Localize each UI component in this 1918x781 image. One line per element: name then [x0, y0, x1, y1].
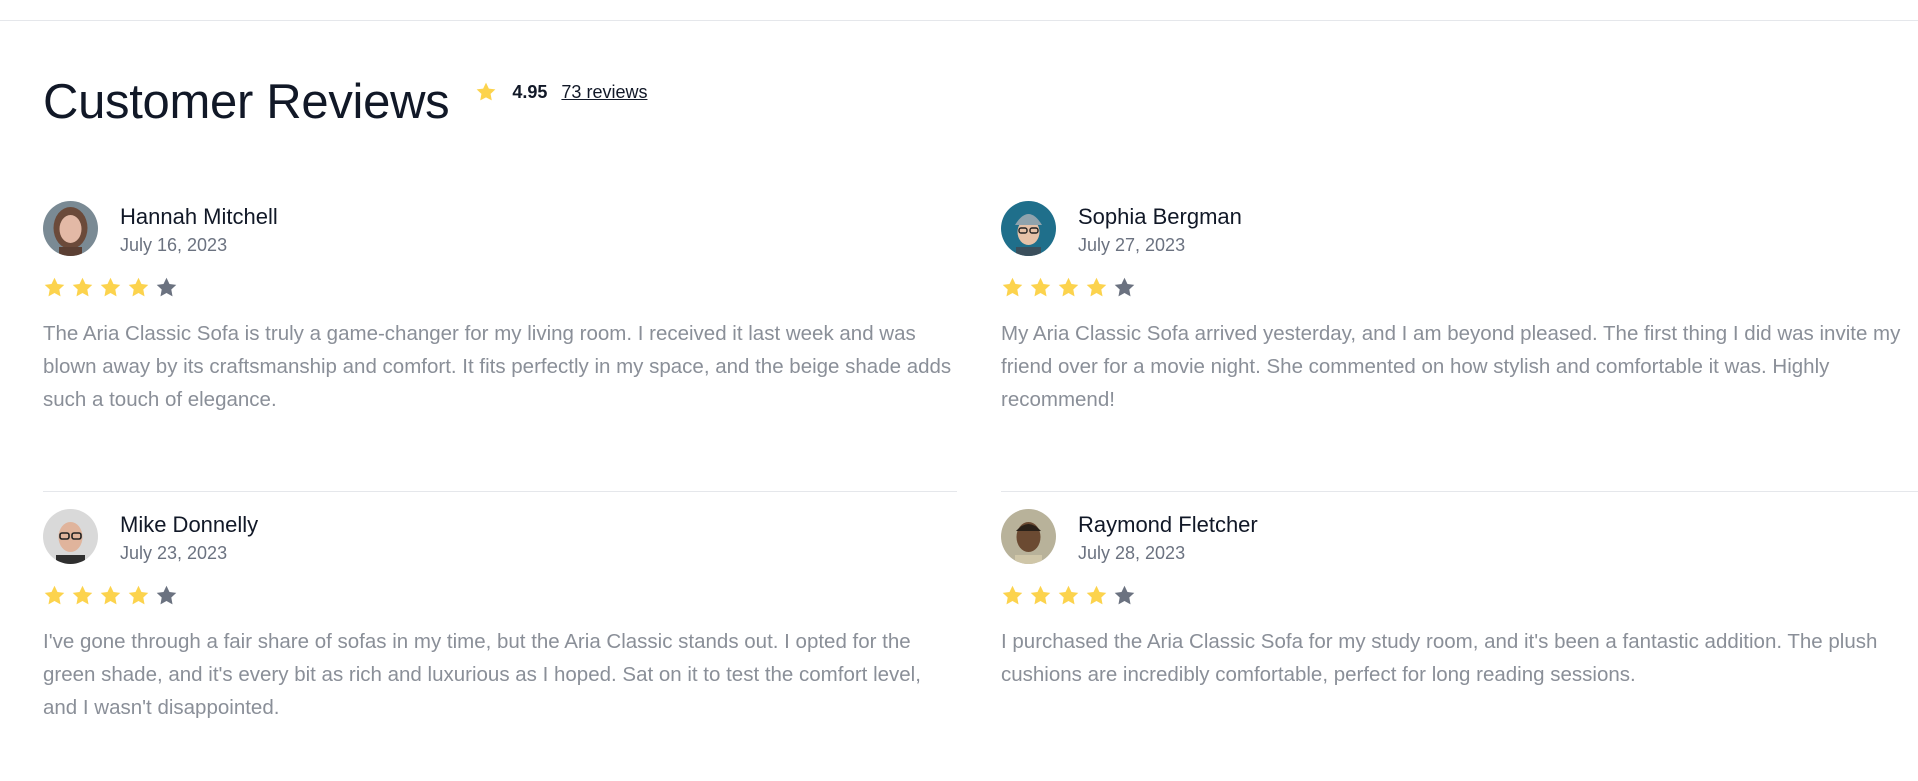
- star-rating: [43, 583, 957, 607]
- reviewer-info: Hannah Mitchell July 16, 2023: [43, 201, 963, 259]
- star-filled-icon: [1058, 277, 1079, 296]
- review-date: July 27, 2023: [1078, 235, 1186, 255]
- star-filled-icon: [100, 277, 121, 296]
- star-rating: [1001, 275, 1918, 299]
- review-date: July 23, 2023: [120, 543, 228, 563]
- star-filled-icon: [1086, 277, 1107, 296]
- review-card: Sophia Bergman July 27, 2023 My Aria Cla…: [1001, 201, 1918, 416]
- star-rating: [43, 275, 963, 299]
- review-text: I've gone through a fair share of sofas …: [43, 630, 921, 719]
- rating-summary: 4.95 73 reviews: [475, 78, 647, 106]
- avatar-man-icon: [1001, 509, 1056, 564]
- star-filled-icon: [1030, 277, 1051, 296]
- star-filled-icon: [1058, 585, 1079, 604]
- star-filled-icon: [100, 585, 121, 604]
- reviewer-info: Sophia Bergman July 27, 2023: [1001, 201, 1918, 259]
- review-date: July 16, 2023: [120, 235, 228, 255]
- reviewer-name: Mike Donnelly: [120, 512, 259, 537]
- reviewer-name: Hannah Mitchell: [120, 204, 278, 229]
- review-card: Raymond Fletcher July 28, 2023 I purchas…: [1001, 491, 1918, 691]
- review-card: Mike Donnelly July 23, 2023 I've gone th…: [43, 491, 957, 724]
- avatar-woman-icon: [43, 201, 98, 256]
- review-card: Hannah Mitchell July 16, 2023 The Aria C…: [43, 201, 963, 416]
- star-filled-icon: [1002, 585, 1023, 604]
- star-filled-icon: [1002, 277, 1023, 296]
- reviewer-name: Raymond Fletcher: [1078, 512, 1258, 537]
- star-empty-icon: [156, 585, 177, 604]
- star-filled-icon: [128, 585, 149, 604]
- star-rating: [1001, 583, 1918, 607]
- star-filled-icon: [44, 277, 65, 296]
- star-filled-icon: [44, 585, 65, 604]
- reviewer-info: Mike Donnelly July 23, 2023: [43, 509, 957, 567]
- page-title: Customer Reviews: [43, 75, 450, 129]
- reviewer-info: Raymond Fletcher July 28, 2023: [1001, 509, 1918, 567]
- avatar: [43, 509, 98, 564]
- average-rating: 4.95: [512, 81, 548, 102]
- avatar: [1001, 201, 1056, 256]
- star-filled-icon: [1086, 585, 1107, 604]
- review-text: The Aria Classic Sofa is truly a game-ch…: [43, 322, 952, 411]
- star-icon: [477, 82, 496, 101]
- star-filled-icon: [72, 277, 93, 296]
- star-empty-icon: [1114, 277, 1135, 296]
- star-empty-icon: [156, 277, 177, 296]
- avatar-woman-beanie-icon: [1001, 201, 1056, 256]
- review-text: My Aria Classic Sofa arrived yesterday, …: [1001, 322, 1901, 411]
- reviews-header: Customer Reviews 4.95 73 reviews: [43, 70, 647, 134]
- review-text: I purchased the Aria Classic Sofa for my…: [1001, 630, 1878, 686]
- reviews-count-link[interactable]: 73 reviews: [561, 82, 647, 103]
- star-empty-icon: [1114, 585, 1135, 604]
- avatar: [1001, 509, 1056, 564]
- star-filled-icon: [1030, 585, 1051, 604]
- avatar: [43, 201, 98, 256]
- review-date: July 28, 2023: [1078, 543, 1186, 563]
- top-divider: [0, 20, 1918, 21]
- reviewer-name: Sophia Bergman: [1078, 204, 1242, 229]
- star-filled-icon: [128, 277, 149, 296]
- star-filled-icon: [72, 585, 93, 604]
- avatar-man-glasses-icon: [43, 509, 98, 564]
